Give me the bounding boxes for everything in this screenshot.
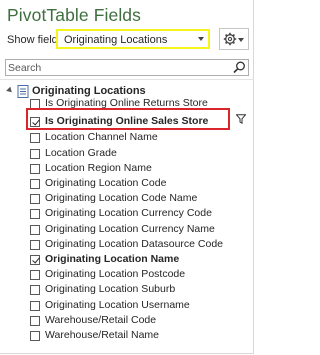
show-fields-dropdown[interactable]: Originating Locations <box>56 29 210 49</box>
field-item[interactable]: Originating Location Datasource Code <box>30 238 240 252</box>
field-label: Originating Location Code <box>45 177 167 189</box>
field-checkbox[interactable] <box>30 133 40 143</box>
table-icon <box>17 85 29 98</box>
field-label: Originating Location Postcode <box>45 268 186 280</box>
field-checkbox[interactable] <box>30 225 40 235</box>
field-item[interactable]: Location Grade <box>30 147 240 161</box>
field-checkbox[interactable] <box>30 179 40 189</box>
field-item[interactable]: Originating Location Currency Name <box>30 223 240 237</box>
field-label: Location Channel Name <box>45 131 158 143</box>
field-label: Originating Location Currency Code <box>45 207 212 219</box>
field-label: Location Region Name <box>45 162 152 174</box>
field-item[interactable]: Originating Location Suburb <box>30 283 240 297</box>
field-label: Location Grade <box>45 147 117 159</box>
field-item[interactable]: Originating Location Postcode <box>30 268 240 282</box>
field-label: Originating Location Datasource Code <box>45 238 224 250</box>
chevron-down-icon <box>238 38 244 42</box>
field-checkbox[interactable] <box>30 240 40 250</box>
field-label: Originating Location Name <box>45 253 180 265</box>
field-item[interactable]: Warehouse/Retail Code <box>30 314 240 328</box>
field-item[interactable]: Warehouse/Retail Name <box>30 329 240 343</box>
field-label: Warehouse/Retail Code <box>45 314 157 326</box>
field-checkbox[interactable] <box>30 255 40 265</box>
field-checkbox[interactable] <box>30 270 40 280</box>
field-item[interactable]: Originating Location Currency Code <box>30 207 240 221</box>
collapse-toggle-icon[interactable] <box>6 86 14 95</box>
show-fields-value: Originating Locations <box>64 34 168 46</box>
field-label: Originating Location Currency Name <box>45 223 215 235</box>
search-box[interactable] <box>5 59 249 76</box>
field-item[interactable]: Originating Location Code <box>30 177 240 191</box>
search-input[interactable] <box>8 61 226 74</box>
gear-icon <box>223 32 237 46</box>
highlight-box <box>26 108 230 130</box>
field-checkbox[interactable] <box>30 149 40 159</box>
search-icon[interactable] <box>233 61 246 74</box>
field-checkbox[interactable] <box>30 331 40 341</box>
tools-button[interactable] <box>219 28 249 50</box>
field-label: Warehouse/Retail Name <box>45 329 159 341</box>
field-checkbox[interactable] <box>30 285 40 295</box>
field-item[interactable]: Originating Location Username <box>30 299 240 313</box>
field-checkbox[interactable] <box>30 164 40 174</box>
field-item[interactable]: Originating Location Code Name <box>30 192 240 206</box>
chevron-down-icon <box>198 37 204 41</box>
field-item[interactable]: Location Channel Name <box>30 131 240 145</box>
table-name: Originating Locations <box>32 85 146 97</box>
field-item[interactable]: Location Region Name <box>30 162 240 176</box>
pivottable-fields-pane: PivotTable Fields Show fields: Originati… <box>0 0 254 354</box>
field-checkbox[interactable] <box>30 316 40 326</box>
field-label: Originating Location Suburb <box>45 283 176 295</box>
field-checkbox[interactable] <box>30 301 40 311</box>
field-label: Originating Location Code Name <box>45 192 198 204</box>
field-checkbox[interactable] <box>30 209 40 219</box>
pane-title: PivotTable Fields <box>7 5 141 25</box>
divider <box>0 79 254 80</box>
field-label: Originating Location Username <box>45 299 190 311</box>
filter-icon[interactable] <box>236 114 246 124</box>
field-checkbox[interactable] <box>30 194 40 204</box>
field-item[interactable]: Originating Location Name <box>30 253 240 267</box>
